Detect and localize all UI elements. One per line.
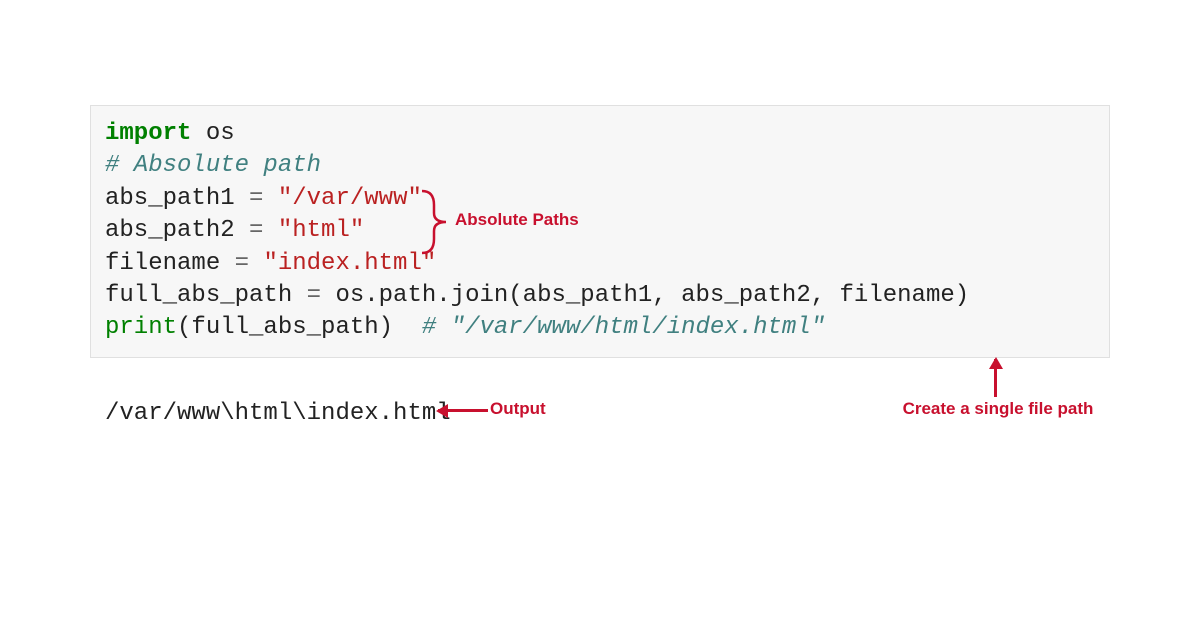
comment-output: # "/var/www/html/index.html" [422, 314, 825, 341]
annotation-create-path: Create a single file path [898, 399, 1098, 419]
code-line-filename: filename = "index.html" [105, 248, 1095, 280]
op-assign: = [249, 185, 263, 212]
code-block: import os # Absolute path abs_path1 = "/… [90, 105, 1110, 358]
bracket-icon [420, 189, 450, 255]
var-full: full_abs_path [105, 282, 307, 309]
op-assign: = [307, 282, 321, 309]
print-args: (full_abs_path) [177, 314, 422, 341]
annotation-absolute-paths: Absolute Paths [455, 210, 579, 230]
arrow-left-icon [438, 409, 488, 412]
code-line-comment: # Absolute path [105, 150, 1095, 182]
code-line-import: import os [105, 118, 1095, 150]
code-line-abs2: abs_path2 = "html" [105, 215, 1095, 247]
keyword-import: import [105, 120, 191, 147]
annotation-output: Output [490, 399, 546, 419]
code-line-full: full_abs_path = os.path.join(abs_path1, … [105, 280, 1095, 312]
code-line-print: print(full_abs_path) # "/var/www/html/in… [105, 312, 1095, 344]
code-line-abs1: abs_path1 = "/var/www" [105, 183, 1095, 215]
var-abs1: abs_path1 [105, 185, 249, 212]
output-text: /var/www\html\index.html [105, 400, 451, 427]
str-filename: "index.html" [263, 250, 436, 277]
module-name: os [191, 120, 234, 147]
str-abs2: "html" [278, 217, 364, 244]
func-print: print [105, 314, 177, 341]
join-call: os.path.join(abs_path1, abs_path2, filen… [321, 282, 969, 309]
var-filename: filename [105, 250, 235, 277]
arrow-up-icon [994, 359, 997, 397]
str-abs1: "/var/www" [278, 185, 422, 212]
var-abs2: abs_path2 [105, 217, 249, 244]
op-assign: = [235, 250, 249, 277]
op-assign: = [249, 217, 263, 244]
